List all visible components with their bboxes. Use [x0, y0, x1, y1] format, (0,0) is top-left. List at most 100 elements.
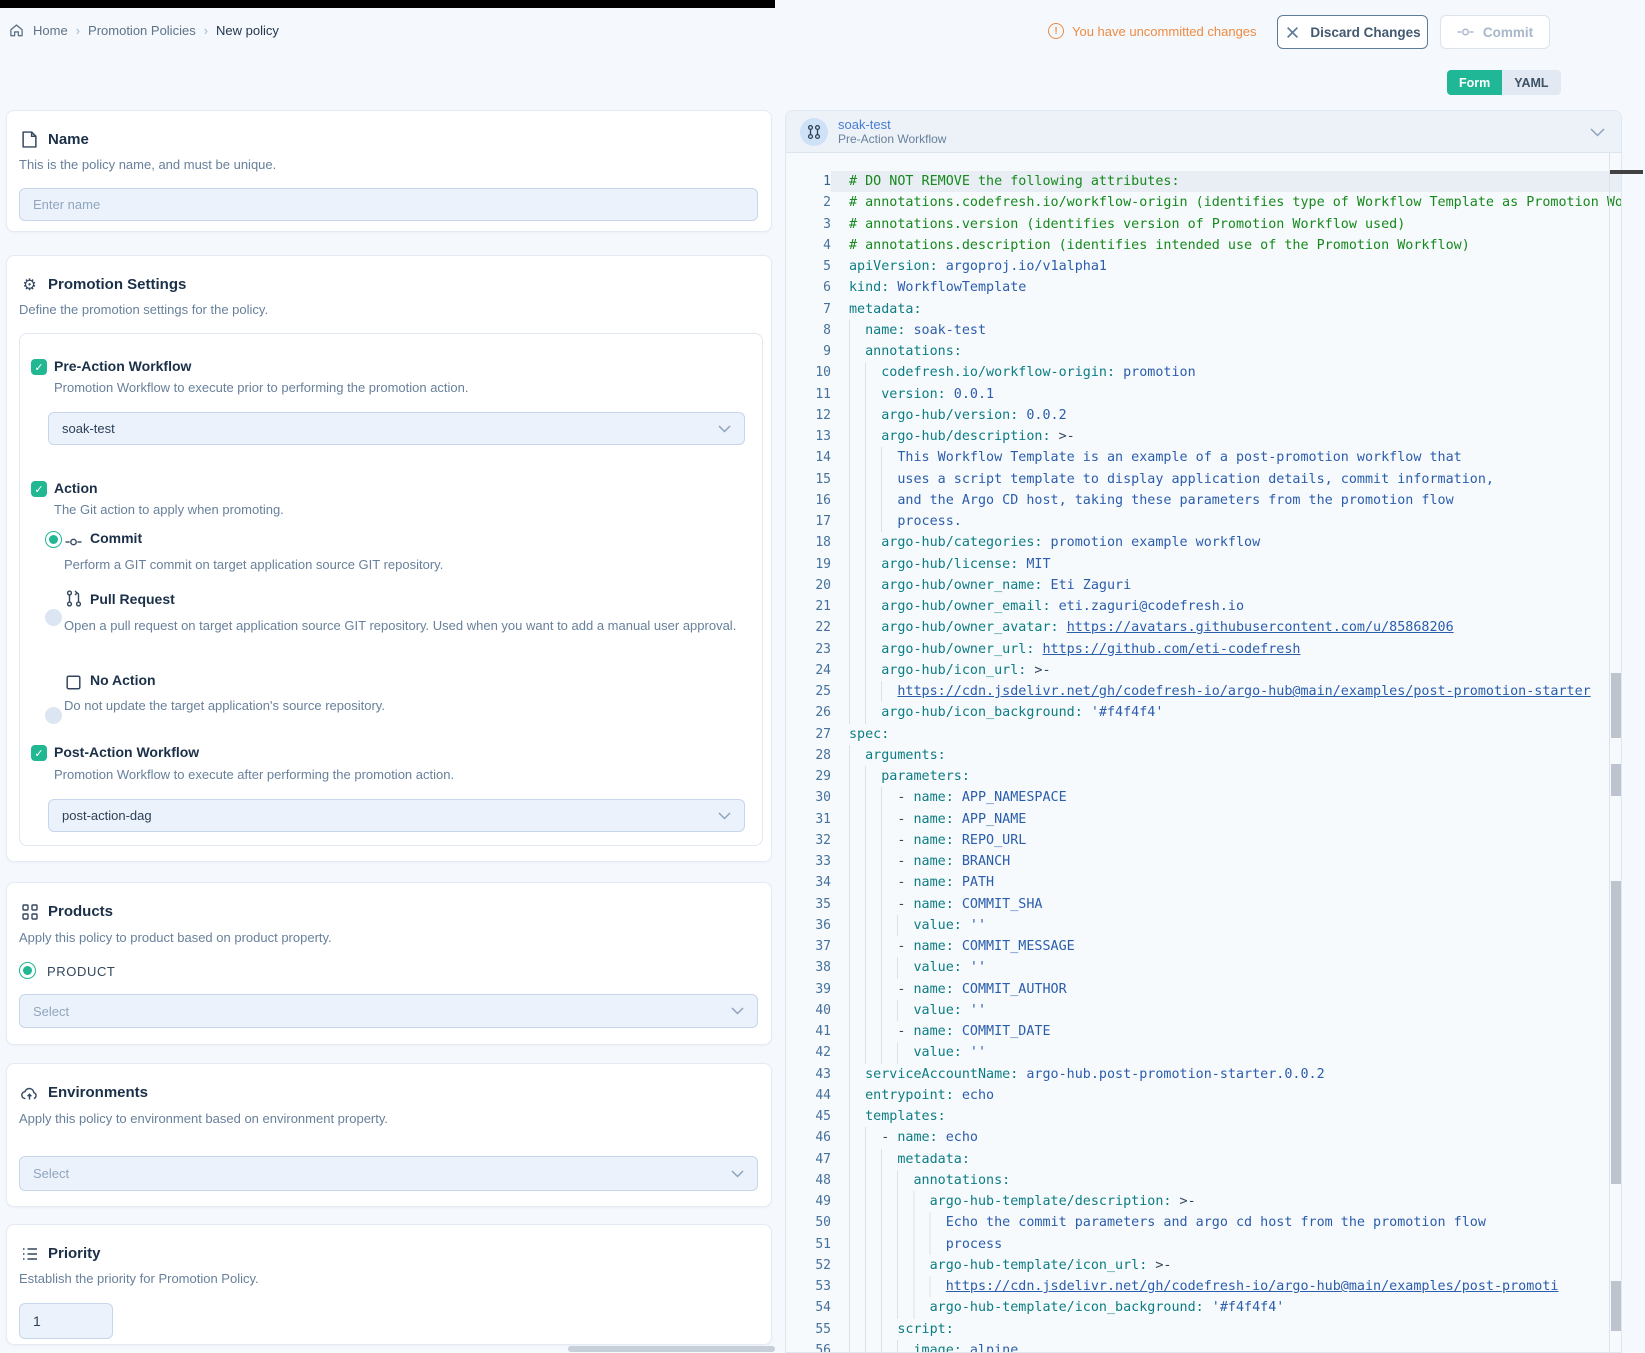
code-line[interactable]: 22 argo-hub/owner_avatar: https://avatar… — [786, 617, 1621, 638]
warning-text: You have uncommitted changes — [1072, 24, 1257, 39]
code-line[interactable]: 48 annotations: — [786, 1170, 1621, 1191]
code-line[interactable]: 29 parameters: — [786, 766, 1621, 787]
code-line[interactable]: 34 - name: PATH — [786, 872, 1621, 893]
code-line[interactable]: 49 argo-hub-template/description: >- — [786, 1191, 1621, 1212]
workflow-header[interactable]: soak-test Pre-Action Workflow — [786, 111, 1621, 153]
post-action-checkbox[interactable]: ✓ — [31, 745, 47, 761]
code-line[interactable]: 11 version: 0.0.1 — [786, 384, 1621, 405]
products-select[interactable]: Select — [19, 994, 758, 1028]
action-radio-pull-request[interactable] — [45, 609, 62, 626]
code-line[interactable]: 33 - name: BRANCH — [786, 851, 1621, 872]
code-line[interactable]: 54 argo-hub-template/icon_background: '#… — [786, 1297, 1621, 1318]
code-line[interactable]: 46 - name: echo — [786, 1127, 1621, 1148]
pre-action-workflow-select[interactable]: soak-test — [48, 412, 745, 445]
code-line[interactable]: 50 Echo the commit parameters and argo c… — [786, 1212, 1621, 1233]
scrollbar-thumb-block[interactable] — [1611, 764, 1622, 796]
code-line[interactable]: 52 argo-hub-template/icon_url: >- — [786, 1255, 1621, 1276]
code-line[interactable]: 2# annotations.codefresh.io/workflow-ori… — [786, 192, 1621, 213]
code-line[interactable]: 37 - name: COMMIT_MESSAGE — [786, 936, 1621, 957]
code-line[interactable]: 18 argo-hub/categories: promotion exampl… — [786, 532, 1621, 553]
code-line[interactable]: 30 - name: APP_NAMESPACE — [786, 787, 1621, 808]
code-line[interactable]: 35 - name: COMMIT_SHA — [786, 894, 1621, 915]
home-icon[interactable] — [8, 22, 25, 39]
scrollbar-top-marker[interactable] — [1610, 170, 1643, 174]
editor-scrollbar[interactable] — [1609, 153, 1622, 1352]
code-line[interactable]: 47 metadata: — [786, 1149, 1621, 1170]
code-line[interactable]: 36 value: '' — [786, 915, 1621, 936]
code-line[interactable]: 56 image: alpine — [786, 1340, 1621, 1353]
code-line[interactable]: 4# annotations.description (identifies i… — [786, 235, 1621, 256]
breadcrumb-promotion-policies[interactable]: Promotion Policies — [88, 23, 196, 38]
workflow-subtitle: Pre-Action Workflow — [838, 132, 946, 146]
code-line[interactable]: 53 https://cdn.jsdelivr.net/gh/codefresh… — [786, 1276, 1621, 1297]
scrollbar-thumb-block[interactable] — [1611, 881, 1622, 1184]
code-line[interactable]: 23 argo-hub/owner_url: https://github.co… — [786, 639, 1621, 660]
action-checkbox[interactable]: ✓ — [31, 481, 47, 497]
code-line[interactable]: 6kind: WorkflowTemplate — [786, 277, 1621, 298]
action-radio-no-action[interactable] — [45, 707, 62, 724]
code-line[interactable]: 12 argo-hub/version: 0.0.2 — [786, 405, 1621, 426]
code-line[interactable]: 26 argo-hub/icon_background: '#f4f4f4' — [786, 702, 1621, 723]
action-radio-commit[interactable] — [45, 531, 62, 548]
line-number: 49 — [786, 1191, 831, 1212]
line-number: 45 — [786, 1106, 831, 1127]
line-number: 26 — [786, 702, 831, 723]
line-number: 17 — [786, 511, 831, 532]
commit-button[interactable]: Commit — [1440, 15, 1550, 49]
chevron-down-icon[interactable] — [1590, 124, 1605, 142]
yaml-code-editor[interactable]: 1# DO NOT REMOVE the following attribute… — [786, 153, 1621, 1353]
horizontal-scrollbar-thumb[interactable] — [568, 1346, 775, 1352]
cloud-icon — [21, 1084, 38, 1101]
breadcrumb-home[interactable]: Home — [33, 23, 68, 38]
code-line[interactable]: 17 process. — [786, 511, 1621, 532]
environments-select[interactable]: Select — [19, 1156, 758, 1191]
code-line[interactable]: 19 argo-hub/license: MIT — [786, 554, 1621, 575]
scrollbar-thumb-block[interactable] — [1611, 673, 1622, 738]
code-line[interactable]: 41 - name: COMMIT_DATE — [786, 1021, 1621, 1042]
name-input[interactable]: Enter name — [19, 188, 758, 221]
priority-input[interactable]: 1 — [19, 1303, 113, 1339]
line-number: 12 — [786, 405, 831, 426]
pre-action-label: Pre-Action Workflow — [54, 358, 191, 374]
code-line[interactable]: 13 argo-hub/description: >- — [786, 426, 1621, 447]
code-line[interactable]: 51 process — [786, 1234, 1621, 1255]
code-line[interactable]: 39 - name: COMMIT_AUTHOR — [786, 979, 1621, 1000]
code-line[interactable]: 25 https://cdn.jsdelivr.net/gh/codefresh… — [786, 681, 1621, 702]
code-line[interactable]: 42 value: '' — [786, 1042, 1621, 1063]
code-line[interactable]: 45 templates: — [786, 1106, 1621, 1127]
code-line[interactable]: 21 argo-hub/owner_email: eti.zaguri@code… — [786, 596, 1621, 617]
code-line[interactable]: 16 and the Argo CD host, taking these pa… — [786, 490, 1621, 511]
tab-form[interactable]: Form — [1447, 70, 1502, 95]
action-label: Action — [54, 480, 98, 496]
line-number: 28 — [786, 745, 831, 766]
code-line[interactable]: 38 value: '' — [786, 957, 1621, 978]
code-line[interactable]: 27spec: — [786, 724, 1621, 745]
code-line[interactable]: 55 script: — [786, 1319, 1621, 1340]
code-line[interactable]: 24 argo-hub/icon_url: >- — [786, 660, 1621, 681]
code-line[interactable]: 31 - name: APP_NAME — [786, 809, 1621, 830]
code-line[interactable]: 28 arguments: — [786, 745, 1621, 766]
gear-icon: ⚙ — [21, 276, 38, 293]
discard-changes-button[interactable]: Discard Changes — [1277, 15, 1428, 49]
code-line[interactable]: 10 codefresh.io/workflow-origin: promoti… — [786, 362, 1621, 383]
code-line[interactable]: 15 uses a script template to display app… — [786, 469, 1621, 490]
code-line[interactable]: 43 serviceAccountName: argo-hub.post-pro… — [786, 1064, 1621, 1085]
code-line[interactable]: 40 value: '' — [786, 1000, 1621, 1021]
code-line[interactable]: 7metadata: — [786, 299, 1621, 320]
breadcrumb-new-policy: New policy — [216, 23, 279, 38]
code-line[interactable]: 20 argo-hub/owner_name: Eti Zaguri — [786, 575, 1621, 596]
code-line[interactable]: 9 annotations: — [786, 341, 1621, 362]
code-line[interactable]: 1# DO NOT REMOVE the following attribute… — [786, 171, 1621, 192]
code-line[interactable]: 5apiVersion: argoproj.io/v1alpha1 — [786, 256, 1621, 277]
scrollbar-thumb-block[interactable] — [1611, 1281, 1622, 1331]
line-number: 10 — [786, 362, 831, 383]
code-line[interactable]: 44 entrypoint: echo — [786, 1085, 1621, 1106]
code-line[interactable]: 32 - name: REPO_URL — [786, 830, 1621, 851]
code-line[interactable]: 14 This Workflow Template is an example … — [786, 447, 1621, 468]
post-action-workflow-select[interactable]: post-action-dag — [48, 799, 745, 832]
code-line[interactable]: 3# annotations.version (identifies versi… — [786, 214, 1621, 235]
tab-yaml[interactable]: YAML — [1502, 70, 1560, 95]
code-line[interactable]: 8 name: soak-test — [786, 320, 1621, 341]
product-radio[interactable] — [19, 962, 36, 979]
pre-action-checkbox[interactable]: ✓ — [31, 359, 47, 375]
